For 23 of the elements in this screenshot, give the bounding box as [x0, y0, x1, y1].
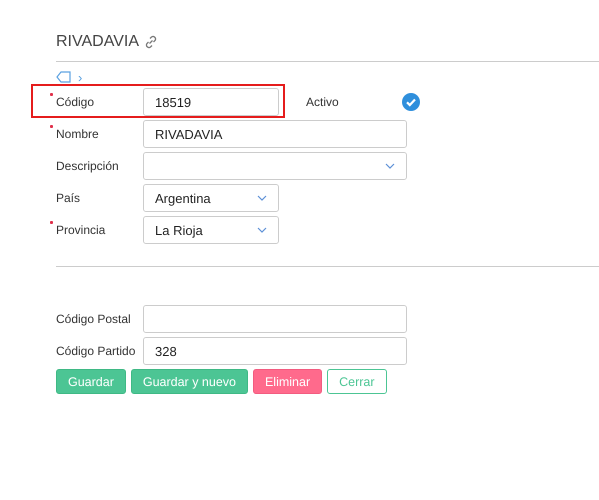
chevron-down-icon — [257, 227, 267, 233]
page-title: RIVADAVIA — [56, 33, 139, 51]
checkbox[interactable] — [402, 93, 420, 111]
dropdown-field[interactable]: La Rioja — [143, 216, 279, 244]
input-field[interactable]: RIVADAVIA — [143, 120, 407, 148]
field-label: Provincia — [56, 223, 106, 237]
input-field[interactable]: 18519 — [143, 88, 279, 116]
field-label: Código — [56, 95, 94, 109]
tag-icon[interactable] — [56, 71, 72, 83]
input-field[interactable] — [143, 305, 407, 333]
dropdown-field[interactable]: Argentina — [143, 184, 279, 212]
chevron-down-icon — [385, 163, 395, 169]
link-icon[interactable] — [142, 34, 159, 50]
field-label: Código Postal — [56, 312, 131, 326]
input-field[interactable]: 328 — [143, 337, 407, 365]
field-label: Nombre — [56, 127, 99, 141]
field-label: País — [56, 191, 80, 205]
field-label: Descripción — [56, 159, 119, 173]
field-label: Código Partido — [56, 344, 136, 358]
breadcrumb-separator: › — [78, 70, 82, 84]
field-label: Activo — [306, 95, 340, 109]
chevron-down-icon — [257, 195, 267, 201]
dropdown-field[interactable] — [143, 152, 407, 180]
